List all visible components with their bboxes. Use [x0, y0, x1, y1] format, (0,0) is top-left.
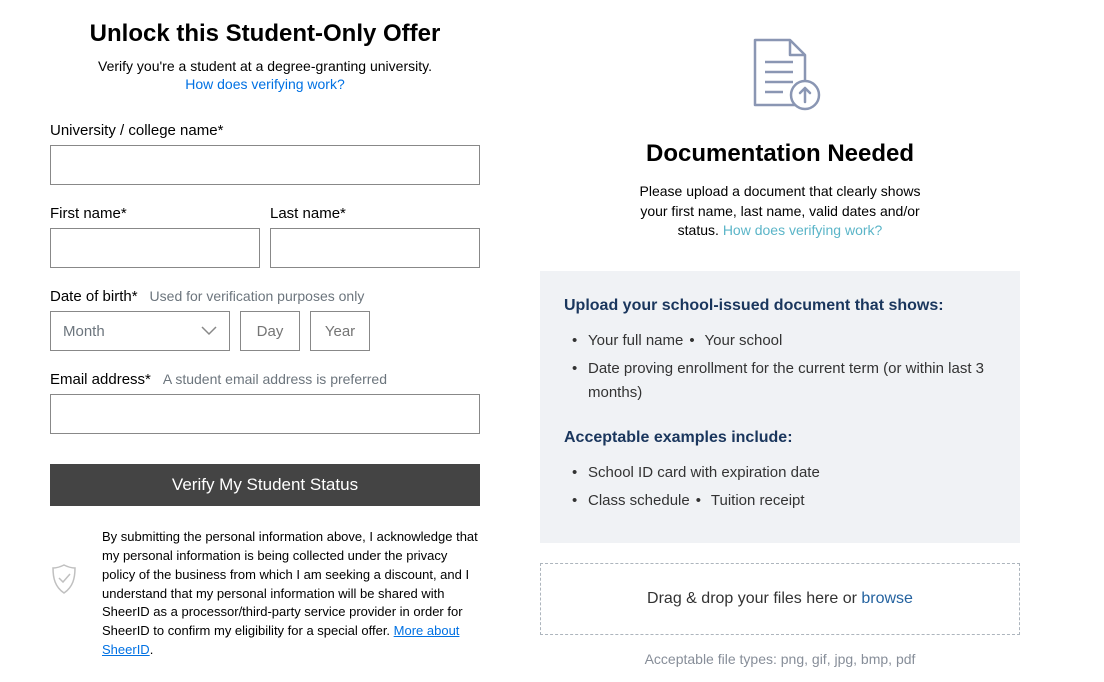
- doc-how-link[interactable]: How does verifying work?: [723, 222, 883, 238]
- first-name-group: First name*: [50, 205, 260, 268]
- examples-heading: Acceptable examples include:: [564, 429, 996, 447]
- chevron-down-icon: [201, 323, 217, 339]
- year-input[interactable]: [310, 311, 370, 351]
- example-item: Class schedule• Tuition receipt: [588, 489, 996, 513]
- req-heading: Upload your school-issued document that …: [564, 297, 996, 315]
- browse-link[interactable]: browse: [861, 590, 913, 607]
- disclaimer-text: By submitting the personal information a…: [92, 528, 480, 660]
- dropzone-text: Drag & drop your files here or: [647, 590, 861, 607]
- last-name-label: Last name*: [270, 205, 480, 222]
- dob-hint: Used for verification purposes only: [150, 288, 365, 304]
- university-group: University / college name*: [50, 122, 480, 185]
- file-dropzone[interactable]: Drag & drop your files here or browse: [540, 563, 1020, 635]
- examples-list: School ID card with expiration date Clas…: [564, 461, 996, 513]
- email-group: Email address* A student email address i…: [50, 371, 480, 434]
- verify-form: Unlock this Student-Only Offer Verify yo…: [50, 20, 480, 662]
- email-input[interactable]: [50, 394, 480, 434]
- req-item: Date proving enrollment for the current …: [588, 357, 996, 405]
- how-verifying-link[interactable]: How does verifying work?: [50, 76, 480, 92]
- page-title: Unlock this Student-Only Offer: [50, 20, 480, 48]
- req-list: Your full name• Your school Date proving…: [564, 329, 996, 405]
- dob-label: Date of birth*: [50, 288, 138, 305]
- day-input[interactable]: [240, 311, 300, 351]
- email-label: Email address*: [50, 371, 151, 388]
- requirements-box: Upload your school-issued document that …: [540, 271, 1020, 543]
- last-name-input[interactable]: [270, 228, 480, 268]
- verify-button[interactable]: Verify My Student Status: [50, 464, 480, 506]
- req-item: Your full name• Your school: [588, 329, 996, 353]
- first-name-input[interactable]: [50, 228, 260, 268]
- month-select[interactable]: Month: [50, 311, 230, 351]
- dob-group: Date of birth* Used for verification pur…: [50, 288, 480, 351]
- last-name-group: Last name*: [270, 205, 480, 268]
- university-label: University / college name*: [50, 122, 480, 139]
- month-placeholder: Month: [63, 323, 105, 340]
- email-hint: A student email address is preferred: [163, 371, 387, 387]
- doc-title: Documentation Needed: [646, 140, 914, 168]
- filetypes-text: Acceptable file types: png, gif, jpg, bm…: [645, 651, 916, 667]
- shield-icon: [50, 563, 80, 600]
- documentation-panel: Documentation Needed Please upload a doc…: [540, 20, 1020, 662]
- page-subtitle: Verify you're a student at a degree-gran…: [50, 58, 480, 74]
- first-name-label: First name*: [50, 205, 260, 222]
- name-row: First name* Last name*: [50, 205, 480, 268]
- document-icon: [735, 30, 825, 120]
- disclaimer-row: By submitting the personal information a…: [50, 528, 480, 660]
- example-item: School ID card with expiration date: [588, 461, 996, 485]
- university-input[interactable]: [50, 145, 480, 185]
- doc-subtitle: Please upload a document that clearly sh…: [630, 182, 930, 241]
